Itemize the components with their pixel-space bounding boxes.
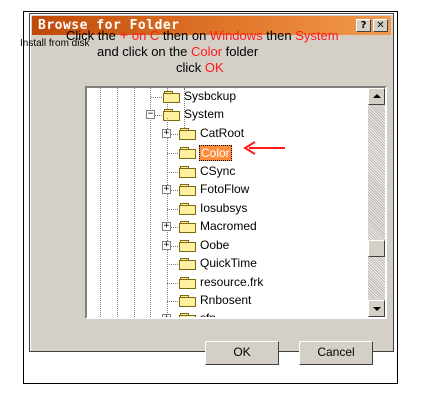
tree-item-label: Sysbckup [184, 89, 237, 103]
folder-icon [179, 128, 197, 140]
close-button[interactable]: ✕ [373, 19, 388, 32]
cancel-button[interactable]: Cancel [299, 341, 373, 365]
tree-connector [171, 227, 178, 228]
folder-icon [179, 184, 197, 196]
scroll-thumb[interactable] [368, 240, 385, 257]
folder-icon [163, 91, 181, 103]
instruction-windows-highlight: Windows [209, 28, 263, 43]
tree-connector [155, 115, 162, 116]
red-arrow-icon [243, 141, 285, 155]
tree-guide-line [167, 118, 168, 317]
folder-open-icon [163, 109, 181, 121]
tree-guide-line [150, 88, 151, 317]
folder-icon [179, 203, 197, 215]
folder-open-icon [179, 147, 197, 159]
tree-item-label: Oobe [200, 238, 230, 252]
instruction-line-1: Click the + on C then on Windows then Sy… [66, 27, 339, 44]
instruction-text: then on [159, 28, 210, 43]
tree-guide-line [100, 88, 101, 317]
arrow-up-icon [373, 94, 381, 98]
tree-connector [171, 134, 178, 135]
tree-item-label: System [184, 107, 225, 121]
help-button[interactable]: ? [356, 19, 371, 32]
vertical-scrollbar[interactable] [368, 88, 385, 317]
instruction-line-2: and click on the Color folder [97, 44, 258, 59]
folder-icon [179, 295, 197, 307]
tree-item-label: FotoFlow [200, 182, 250, 196]
tree-item-label-selected: Color [199, 145, 232, 161]
ok-button[interactable]: OK [205, 341, 279, 365]
instruction-system-highlight: System [295, 28, 339, 43]
instruction-line-3: click OK [176, 60, 224, 75]
tree-item-label: resource.frk [200, 275, 264, 289]
instruction-text: then [262, 28, 296, 43]
tree-connector [151, 97, 162, 98]
tree-connector [171, 190, 178, 191]
tree-connector [171, 246, 178, 247]
tree-guide-line [117, 88, 118, 317]
tree-connector [167, 153, 178, 154]
tree-item-label: Rnbosent [200, 293, 252, 307]
tree-connector [167, 264, 178, 265]
instruction-text: and click on the [97, 44, 191, 59]
instruction-text: folder [222, 44, 259, 59]
folder-icon [179, 277, 197, 289]
folder-icon [179, 166, 197, 178]
expand-icon[interactable]: + [162, 129, 171, 138]
instruction-text: click [176, 60, 205, 75]
folder-icon [179, 240, 197, 252]
expand-icon[interactable]: + [162, 314, 171, 317]
arrow-down-icon [373, 307, 381, 311]
instruction-plus-highlight: + [119, 27, 129, 44]
expand-icon[interactable]: + [162, 185, 171, 194]
install-from-disk-note: Install from disk [20, 38, 90, 49]
tree-item-label: Macromed [200, 219, 257, 233]
tree-connector [167, 283, 178, 284]
instruction-drive-highlight: on C [128, 28, 160, 43]
tree-item-label: sfp [199, 311, 217, 317]
instruction-color-highlight: Color [190, 44, 223, 59]
collapse-icon[interactable]: − [146, 110, 155, 119]
tree-connector [167, 172, 178, 173]
expand-icon[interactable]: + [162, 222, 171, 231]
expand-icon[interactable]: + [162, 241, 171, 250]
tree-connector [167, 301, 178, 302]
tree-connector [167, 209, 178, 210]
folder-icon [179, 313, 197, 317]
instruction-ok-highlight: OK [204, 60, 224, 75]
folder-tree-content: Sysbckup − System + CatRoot Color CSync [87, 88, 368, 317]
scroll-down-button[interactable] [368, 300, 385, 317]
tree-item-label: QuickTime [200, 256, 257, 270]
folder-icon [179, 258, 197, 270]
tree-item-label: Iosubsys [200, 201, 248, 215]
tree-item-label: CSync [200, 164, 236, 178]
scroll-up-button[interactable] [368, 88, 385, 105]
tree-item-label: CatRoot [200, 126, 245, 140]
tree-guide-line [134, 88, 135, 317]
folder-tree[interactable]: Sysbckup − System + CatRoot Color CSync [85, 86, 387, 319]
folder-icon [179, 221, 197, 233]
